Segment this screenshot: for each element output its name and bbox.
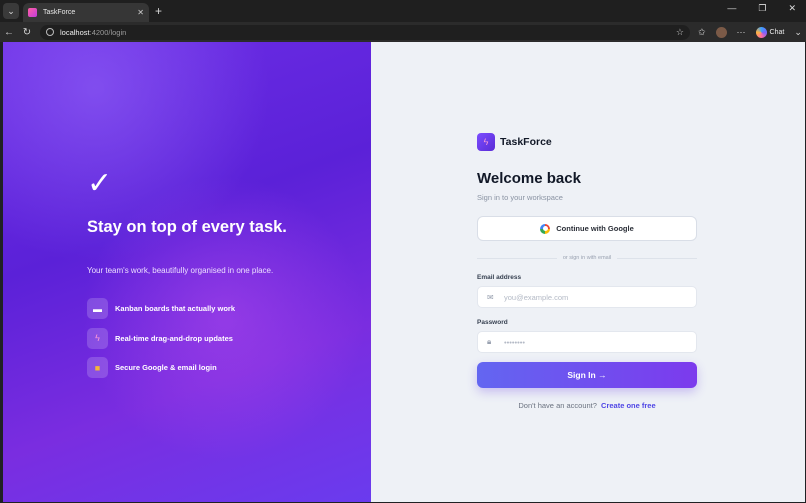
url-path: :4200/login: [89, 27, 127, 37]
minimize-icon[interactable]: —: [727, 3, 736, 14]
browser-tab[interactable]: TaskForce ✕: [23, 3, 149, 22]
feature-item: ϟ Real-time drag-and-drop updates: [87, 327, 235, 349]
profile-avatar-icon[interactable]: [715, 26, 727, 38]
email-field[interactable]: [504, 292, 684, 302]
password-label: Password: [477, 319, 508, 326]
folder-icon: ▬: [87, 298, 108, 319]
url-host: localhost: [60, 27, 90, 37]
feature-item: ■ Secure Google & email login: [87, 357, 235, 378]
divider: or sign in with email: [477, 253, 698, 263]
lock-icon: ■: [87, 357, 108, 378]
page-subtitle: Sign in to your workspace: [477, 193, 563, 202]
hero-panel: ✓ Stay on top of every task. Your team's…: [3, 42, 371, 502]
tab-title: TaskForce: [43, 9, 76, 16]
window-controls: — ❐ ✕: [727, 3, 796, 14]
hero-subtitle: Your team's work, beautifully organised …: [87, 266, 274, 275]
password-field[interactable]: [504, 337, 684, 347]
page-title: Welcome back: [477, 170, 581, 187]
lock-icon: 🔒︎: [487, 337, 492, 346]
browser-tab-bar: ⌄ TaskForce ✕ + — ❐ ✕: [0, 0, 806, 22]
tab-search-menu-icon[interactable]: ⌄: [3, 3, 19, 19]
close-tab-icon[interactable]: ✕: [137, 8, 144, 17]
address-bar[interactable]: localhost :4200/login ☆: [40, 24, 690, 40]
favorites-icon[interactable]: ✩: [698, 27, 706, 38]
checkmark-icon: ✓: [87, 167, 113, 200]
email-label: Email address: [477, 274, 522, 281]
lightning-icon: ϟ: [87, 327, 108, 349]
brand-logo-icon: ϟ: [477, 133, 495, 151]
chat-button[interactable]: Chat: [755, 26, 785, 38]
google-icon: [540, 223, 551, 234]
reload-icon[interactable]: ↻: [18, 27, 36, 38]
signup-prompt: Don't have an account? Create one free: [477, 401, 697, 410]
feature-label: Real-time drag-and-drop updates: [115, 333, 233, 343]
sign-in-button[interactable]: Sign In →: [477, 362, 697, 388]
email-field-wrapper: ✉: [477, 286, 697, 308]
app-favicon-icon: [28, 8, 37, 17]
chat-label: Chat: [769, 28, 785, 36]
hero-title: Stay on top of every task.: [87, 218, 287, 236]
back-icon[interactable]: ←: [0, 27, 18, 38]
more-menu-icon[interactable]: ···: [737, 27, 746, 37]
feature-item: ▬ Kanban boards that actually work: [87, 298, 235, 319]
login-page: ✓ Stay on top of every task. Your team's…: [3, 42, 805, 502]
signup-prompt-text: Don't have an account?: [518, 401, 597, 410]
create-account-link[interactable]: Create one free: [601, 401, 656, 410]
feature-list: ▬ Kanban boards that actually work ϟ Rea…: [87, 298, 235, 387]
feature-label: Secure Google & email login: [115, 363, 217, 372]
browser-toolbar: ← ↻ localhost :4200/login ☆ ✩ ··· Chat ⌄: [0, 22, 806, 42]
new-tab-icon[interactable]: +: [155, 4, 162, 18]
mail-icon: ✉: [487, 292, 494, 302]
chevron-down-icon[interactable]: ⌄: [794, 27, 802, 38]
bookmark-star-icon[interactable]: ☆: [676, 27, 684, 38]
password-field-wrapper: 🔒︎: [477, 331, 697, 353]
google-signin-label: Continue with Google: [556, 224, 634, 233]
feature-label: Kanban boards that actually work: [115, 304, 236, 313]
site-info-icon[interactable]: [46, 28, 54, 36]
restore-icon[interactable]: ❐: [758, 3, 766, 14]
brand-name: TaskForce: [500, 136, 552, 148]
divider-text: or sign in with email: [562, 255, 612, 261]
google-signin-button[interactable]: Continue with Google: [477, 216, 697, 241]
brand: ϟ TaskForce: [477, 133, 552, 151]
login-form-panel: ϟ TaskForce Welcome back Sign in to your…: [371, 42, 805, 502]
copilot-icon: [755, 26, 767, 38]
close-window-icon[interactable]: ✕: [788, 3, 796, 14]
